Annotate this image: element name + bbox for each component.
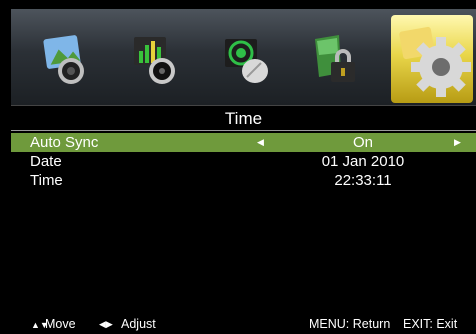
right-arrow-icon[interactable]: ▶	[454, 133, 461, 152]
page-title: Time	[11, 108, 476, 131]
date-label: Date	[30, 153, 62, 170]
date-row[interactable]: Date 01 Jan 2010	[11, 152, 476, 171]
date-value: 01 Jan 2010	[321, 153, 405, 170]
time-value: 22:33:11	[334, 172, 392, 189]
footer-hints: ▲▼ Move ◀▶ Adjust MENU: Return EXIT: Exi…	[11, 316, 476, 333]
sound-icon[interactable]	[131, 33, 181, 87]
exit-hint: EXIT: Exit	[403, 317, 458, 331]
picture-icon[interactable]	[41, 33, 91, 87]
time-row[interactable]: Time 22:33:11	[11, 171, 476, 190]
move-label: Move	[45, 317, 76, 331]
menu-icon-bar	[11, 9, 476, 106]
auto-sync-label: Auto Sync	[30, 134, 99, 151]
channel-icon[interactable]	[221, 33, 271, 87]
left-right-arrow-icon: ◀▶	[99, 319, 113, 329]
settings-list: Auto Sync ◀ On ▶ Date 01 Jan 2010 Time 2…	[11, 133, 476, 190]
auto-sync-row[interactable]: Auto Sync ◀ On ▶	[11, 133, 476, 152]
lock-icon[interactable]	[311, 33, 361, 87]
auto-sync-value: On	[352, 134, 373, 151]
setup-gear-icon[interactable]	[391, 15, 473, 103]
time-label: Time	[30, 172, 63, 189]
menu-return-hint: MENU: Return	[309, 317, 391, 331]
adjust-label: Adjust	[121, 317, 156, 331]
